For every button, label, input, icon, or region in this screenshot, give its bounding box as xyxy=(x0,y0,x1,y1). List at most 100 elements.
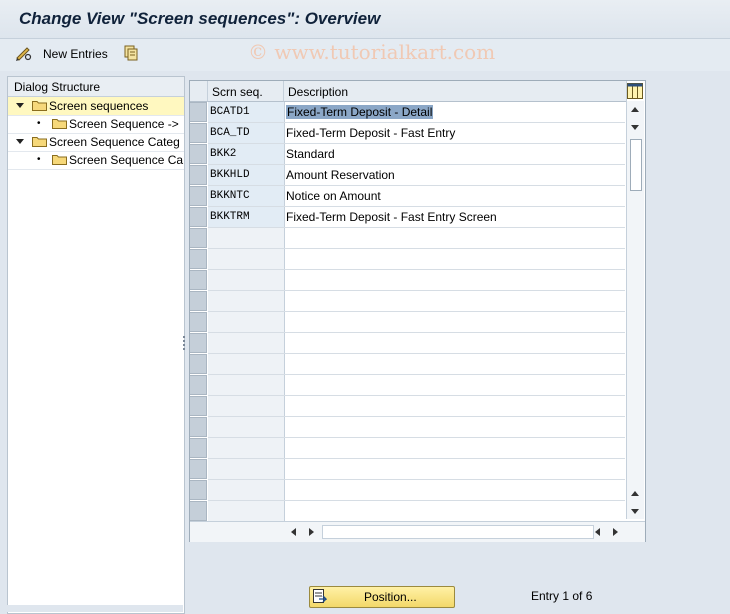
empty-table-row[interactable] xyxy=(208,228,625,249)
cell-scrn-seq[interactable]: BKK2 xyxy=(208,144,285,164)
pencil-glasses-icon[interactable] xyxy=(15,44,33,62)
vertical-scrollbar[interactable] xyxy=(626,101,644,519)
tree-item-screen-sequence-sub[interactable]: • Screen Sequence -> xyxy=(8,115,184,134)
cell-scrn-seq[interactable] xyxy=(208,480,285,500)
empty-table-row[interactable] xyxy=(208,249,625,270)
cell-description[interactable]: Amount Reservation xyxy=(285,165,625,185)
table-row[interactable]: BCA_TD Fixed-Term Deposit - Fast Entry xyxy=(208,123,625,144)
cell-scrn-seq[interactable]: BKKNTC xyxy=(208,186,285,206)
scroll-thumb[interactable] xyxy=(630,139,642,191)
cell-scrn-seq[interactable]: BCATD1 xyxy=(208,102,285,122)
cell-description[interactable] xyxy=(285,354,625,374)
row-selector[interactable] xyxy=(190,333,207,353)
horizontal-scroll-track[interactable] xyxy=(322,525,594,539)
cell-scrn-seq[interactable]: BCA_TD xyxy=(208,123,285,143)
cell-description[interactable] xyxy=(285,375,625,395)
table-row[interactable]: BKKHLD Amount Reservation xyxy=(208,165,625,186)
expand-triangle-icon[interactable] xyxy=(16,103,24,108)
cell-scrn-seq[interactable] xyxy=(208,375,285,395)
scroll-up-icon[interactable] xyxy=(631,491,639,496)
row-selector[interactable] xyxy=(190,459,207,479)
row-selector[interactable] xyxy=(190,501,207,521)
empty-table-row[interactable] xyxy=(208,438,625,459)
table-row[interactable]: BKKNTC Notice on Amount xyxy=(208,186,625,207)
cell-description[interactable] xyxy=(285,417,625,437)
row-selector[interactable] xyxy=(190,165,207,185)
empty-table-row[interactable] xyxy=(208,459,625,480)
cell-description[interactable]: Standard xyxy=(285,144,625,164)
empty-table-row[interactable] xyxy=(208,375,625,396)
tree-item-screen-sequences[interactable]: Screen sequences xyxy=(8,97,184,116)
cell-scrn-seq[interactable] xyxy=(208,312,285,332)
position-button[interactable]: Position... xyxy=(309,586,455,608)
expand-triangle-icon[interactable] xyxy=(16,139,24,144)
cell-description[interactable] xyxy=(285,501,625,521)
empty-table-row[interactable] xyxy=(208,354,625,375)
cell-scrn-seq[interactable] xyxy=(208,501,285,521)
tree-item-screen-sequence-ca[interactable]: • Screen Sequence Ca xyxy=(8,151,184,170)
column-header-description[interactable]: Description xyxy=(284,81,627,102)
column-header-scrn-seq[interactable]: Scrn seq. xyxy=(208,81,284,102)
cell-scrn-seq[interactable]: BKKHLD xyxy=(208,165,285,185)
table-row[interactable]: BCATD1 Fixed-Term Deposit - Detail xyxy=(208,102,625,123)
scroll-up-icon[interactable] xyxy=(631,107,639,112)
row-selector[interactable] xyxy=(190,417,207,437)
scroll-left-icon[interactable] xyxy=(291,528,296,536)
cell-description[interactable]: Fixed-Term Deposit - Fast Entry Screen xyxy=(285,207,625,227)
scroll-down-icon[interactable] xyxy=(631,125,639,130)
empty-table-row[interactable] xyxy=(208,333,625,354)
cell-scrn-seq[interactable] xyxy=(208,417,285,437)
row-selector[interactable] xyxy=(190,207,207,227)
cell-description[interactable] xyxy=(285,291,625,311)
new-entries-button[interactable]: New Entries xyxy=(43,47,108,61)
cell-description[interactable] xyxy=(285,270,625,290)
cell-scrn-seq[interactable] xyxy=(208,249,285,269)
cell-description[interactable] xyxy=(285,396,625,416)
cell-description[interactable] xyxy=(285,312,625,332)
scroll-right-icon[interactable] xyxy=(613,528,618,536)
cell-scrn-seq[interactable]: BKKTRM xyxy=(208,207,285,227)
empty-table-row[interactable] xyxy=(208,396,625,417)
cell-scrn-seq[interactable] xyxy=(208,228,285,248)
copy-entries-icon[interactable] xyxy=(122,44,140,62)
cell-scrn-seq[interactable] xyxy=(208,291,285,311)
row-selector[interactable] xyxy=(190,312,207,332)
row-selector[interactable] xyxy=(190,102,207,122)
row-selector[interactable] xyxy=(190,249,207,269)
pane-splitter-handle[interactable] xyxy=(183,335,186,357)
cell-description[interactable] xyxy=(285,459,625,479)
scroll-right-icon[interactable] xyxy=(309,528,314,536)
cell-description[interactable] xyxy=(285,480,625,500)
row-selector[interactable] xyxy=(190,144,207,164)
row-selector[interactable] xyxy=(190,123,207,143)
row-selector[interactable] xyxy=(190,291,207,311)
empty-table-row[interactable] xyxy=(208,480,625,501)
row-selector[interactable] xyxy=(190,396,207,416)
cell-scrn-seq[interactable] xyxy=(208,354,285,374)
row-selector[interactable] xyxy=(190,480,207,500)
cell-scrn-seq[interactable] xyxy=(208,270,285,290)
cell-scrn-seq[interactable] xyxy=(208,459,285,479)
row-selector[interactable] xyxy=(190,354,207,374)
empty-table-row[interactable] xyxy=(208,501,625,522)
horizontal-scrollbar[interactable] xyxy=(190,521,645,542)
cell-description[interactable] xyxy=(285,249,625,269)
scroll-left-icon[interactable] xyxy=(595,528,600,536)
table-settings-icon[interactable] xyxy=(627,83,643,99)
cell-scrn-seq[interactable] xyxy=(208,438,285,458)
row-selector[interactable] xyxy=(190,228,207,248)
row-selector[interactable] xyxy=(190,438,207,458)
scroll-down-icon[interactable] xyxy=(631,509,639,514)
cell-description[interactable]: Fixed-Term Deposit - Detail xyxy=(285,102,625,122)
cell-description[interactable] xyxy=(285,438,625,458)
table-row[interactable]: BKKTRM Fixed-Term Deposit - Fast Entry Sc… xyxy=(208,207,625,228)
cell-description[interactable]: Notice on Amount xyxy=(285,186,625,206)
row-selector[interactable] xyxy=(190,186,207,206)
cell-description[interactable] xyxy=(285,228,625,248)
row-selector[interactable] xyxy=(190,375,207,395)
tree-item-screen-sequence-categ[interactable]: Screen Sequence Categ xyxy=(8,133,184,152)
empty-table-row[interactable] xyxy=(208,270,625,291)
empty-table-row[interactable] xyxy=(208,291,625,312)
cell-description[interactable]: Fixed-Term Deposit - Fast Entry xyxy=(285,123,625,143)
row-selector[interactable] xyxy=(190,270,207,290)
